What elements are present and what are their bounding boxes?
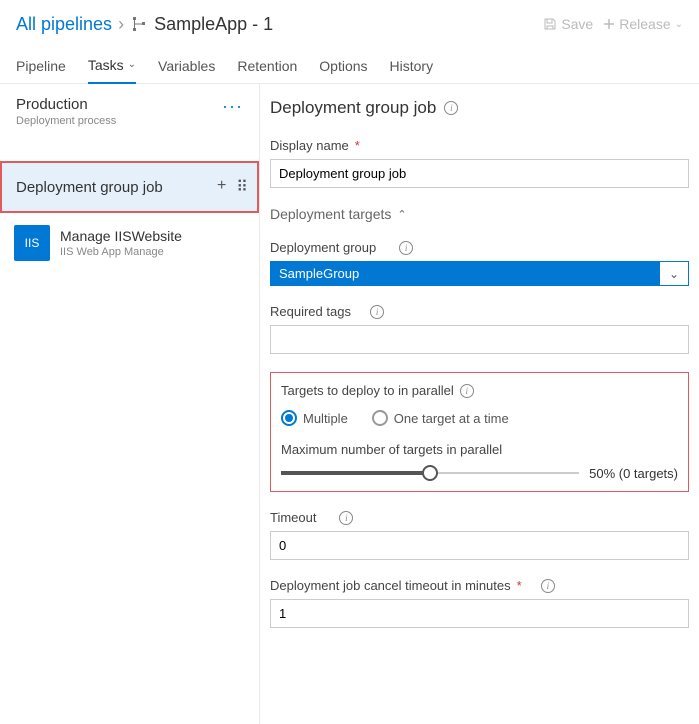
info-icon[interactable]: i (339, 511, 353, 525)
timeout-label: Timeout i (270, 510, 689, 525)
tab-tasks[interactable]: Tasks⌄ (88, 48, 136, 84)
max-targets-label: Maximum number of targets in parallel (281, 442, 678, 457)
chevron-down-icon: ⌄ (128, 59, 136, 70)
stage-subtitle: Deployment process (16, 115, 116, 127)
pipeline-icon (130, 15, 148, 33)
section-deployment-targets[interactable]: Deployment targets ⌃ (270, 206, 689, 222)
job-title: Deployment group job (16, 179, 163, 196)
info-icon[interactable]: i (370, 305, 384, 319)
panel-title: Deployment group job i (270, 98, 689, 118)
max-targets-slider[interactable] (281, 465, 579, 481)
task-title: Manage IISWebsite (60, 228, 182, 244)
tab-bar: Pipeline Tasks⌄ Variables Retention Opti… (0, 48, 699, 84)
display-name-input[interactable] (270, 159, 689, 188)
display-name-label: Display name * (270, 138, 689, 153)
iis-icon: IIS (14, 225, 50, 261)
chevron-up-icon: ⌃ (397, 208, 406, 221)
parallel-label: Targets to deploy to in parallel i (281, 383, 678, 398)
tab-history[interactable]: History (390, 48, 434, 84)
task-subtitle: IIS Web App Manage (60, 246, 182, 258)
chevron-down-icon: ⌄ (675, 19, 683, 30)
toolbar: Save Release ⌄ (543, 16, 683, 32)
slider-value-label: 50% (0 targets) (589, 466, 678, 481)
cancel-timeout-input[interactable] (270, 599, 689, 628)
required-tags-input[interactable] (270, 325, 689, 354)
deployment-group-select[interactable]: SampleGroup ⌄ (270, 261, 689, 286)
chevron-right-icon: › (118, 14, 124, 35)
breadcrumb-root[interactable]: All pipelines (16, 14, 112, 35)
radio-one-at-a-time[interactable]: One target at a time (372, 410, 509, 426)
parallel-targets-callout: Targets to deploy to in parallel i Multi… (270, 372, 689, 492)
cancel-timeout-label: Deployment job cancel timeout in minutes… (270, 578, 689, 593)
info-icon[interactable]: i (444, 101, 458, 115)
info-icon[interactable]: i (460, 384, 474, 398)
info-icon[interactable]: i (541, 579, 555, 593)
add-task-button[interactable]: + (217, 177, 226, 197)
tab-retention[interactable]: Retention (237, 48, 297, 84)
task-row[interactable]: IIS Manage IISWebsite IIS Web App Manage (0, 213, 259, 273)
stage-more-button[interactable]: ··· (222, 96, 243, 117)
deployment-group-label: Deployment group i (270, 240, 689, 255)
tab-variables[interactable]: Variables (158, 48, 215, 84)
breadcrumb: All pipelines › SampleApp - 1 (16, 14, 273, 35)
save-button[interactable]: Save (543, 16, 593, 32)
required-tags-label: Required tags i (270, 304, 689, 319)
job-row[interactable]: Deployment group job + ⠿ (0, 161, 259, 213)
release-button[interactable]: Release ⌄ (603, 16, 683, 32)
timeout-input[interactable] (270, 531, 689, 560)
info-icon[interactable]: i (399, 241, 413, 255)
chevron-down-icon: ⌄ (660, 262, 688, 285)
tab-pipeline[interactable]: Pipeline (16, 48, 66, 84)
page-title: SampleApp - 1 (154, 14, 273, 35)
stage-title[interactable]: Production (16, 96, 116, 113)
tab-options[interactable]: Options (319, 48, 367, 84)
drag-handle-icon[interactable]: ⠿ (236, 177, 247, 197)
radio-multiple[interactable]: Multiple (281, 410, 348, 426)
